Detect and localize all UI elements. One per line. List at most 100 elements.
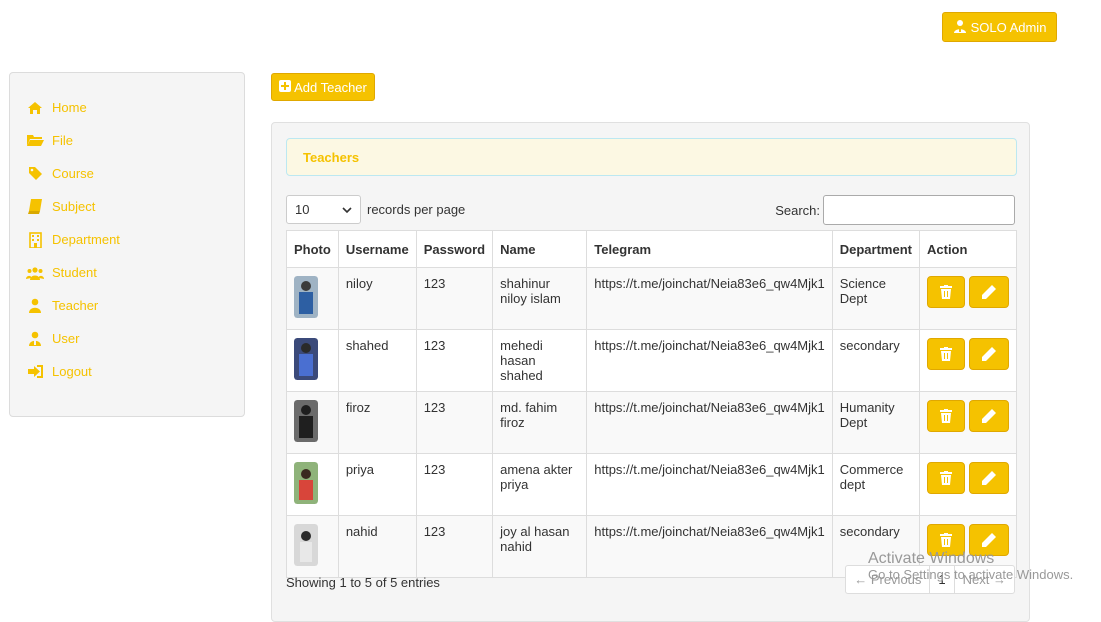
name-cell: joy al hasan nahid [492, 515, 588, 578]
sidebar: Home File Course Subject Department Stud… [9, 72, 245, 417]
admin-menu-button[interactable]: SOLO Admin [942, 12, 1057, 42]
pencil-icon [982, 533, 996, 547]
telegram-cell: https://t.me/joinchat/Neia83e6_qw4Mjk1 [586, 515, 833, 578]
user-tie-icon [26, 331, 44, 347]
edit-button[interactable] [969, 462, 1009, 494]
delete-button[interactable] [927, 462, 965, 494]
table-row: niloy 123 shahinur niloy islam https://t… [286, 267, 1017, 330]
name-cell: md. fahim firoz [492, 391, 588, 454]
username-cell: firoz [337, 391, 417, 454]
edit-button[interactable] [969, 400, 1009, 432]
photo-cell [286, 515, 339, 578]
panel-title: Teachers [286, 138, 1017, 176]
user-tie-icon [953, 19, 967, 36]
search-box: Search: [775, 195, 1015, 225]
telegram-cell: https://t.me/joinchat/Neia83e6_qw4Mjk1 [586, 267, 833, 330]
folder-icon [26, 133, 44, 149]
department-cell: Commerce dept [831, 453, 921, 516]
pencil-icon [982, 471, 996, 485]
password-cell: 123 [415, 453, 494, 516]
column-header-username[interactable]: Username [337, 230, 417, 268]
teachers-panel: Teachers 10 records per page Search: Pho… [271, 122, 1030, 622]
trash-icon [940, 347, 952, 361]
edit-button[interactable] [969, 276, 1009, 308]
column-header-password[interactable]: Password [415, 230, 494, 268]
column-header-department[interactable]: Department [831, 230, 921, 268]
sidebar-item-label: Student [52, 265, 97, 280]
teacher-photo [294, 338, 318, 380]
username-cell: priya [337, 453, 417, 516]
pencil-icon [982, 409, 996, 423]
sidebar-item-label: File [52, 133, 73, 148]
edit-button[interactable] [969, 524, 1009, 556]
table-info: Showing 1 to 5 of 5 entries [286, 575, 440, 590]
delete-button[interactable] [927, 524, 965, 556]
department-cell: Science Dept [831, 267, 921, 330]
previous-button[interactable]: ← Previous [846, 566, 931, 593]
photo-cell [286, 453, 339, 516]
add-teacher-button[interactable]: Add Teacher [271, 73, 375, 101]
pencil-icon [982, 347, 996, 361]
records-per-page: 10 records per page [286, 195, 465, 224]
next-button[interactable]: Next → [955, 566, 1014, 593]
sidebar-item-label: Logout [52, 364, 92, 379]
sidebar-item-department[interactable]: Department [10, 223, 244, 256]
sidebar-item-home[interactable]: Home [10, 91, 244, 124]
column-header-name[interactable]: Name [492, 230, 588, 268]
name-cell: mehedi hasan shahed [492, 329, 588, 392]
teacher-photo [294, 462, 318, 504]
telegram-cell: https://t.me/joinchat/Neia83e6_qw4Mjk1 [586, 329, 833, 392]
sidebar-item-label: Home [52, 100, 87, 115]
table-header-row: Photo Username Password Name Telegram De… [286, 230, 1017, 268]
delete-button[interactable] [927, 338, 965, 370]
password-cell: 123 [415, 515, 494, 578]
username-cell: shahed [337, 329, 417, 392]
trash-icon [940, 533, 952, 547]
records-per-page-value: 10 [295, 202, 310, 217]
building-icon [26, 231, 44, 248]
action-cell [919, 267, 1017, 330]
photo-cell [286, 267, 339, 330]
sidebar-item-user[interactable]: User [10, 322, 244, 355]
department-cell: secondary [831, 329, 921, 392]
photo-cell [286, 329, 339, 392]
page-button[interactable]: 1 [930, 566, 955, 593]
delete-button[interactable] [927, 276, 965, 308]
sidebar-item-label: User [52, 331, 80, 346]
sidebar-item-label: Course [52, 166, 94, 181]
department-cell: Humanity Dept [831, 391, 921, 454]
password-cell: 123 [415, 329, 494, 392]
sidebar-item-file[interactable]: File [10, 124, 244, 157]
telegram-cell: https://t.me/joinchat/Neia83e6_qw4Mjk1 [586, 391, 833, 454]
action-cell [919, 329, 1017, 392]
group-icon [26, 265, 44, 281]
telegram-cell: https://t.me/joinchat/Neia83e6_qw4Mjk1 [586, 453, 833, 516]
password-cell: 123 [415, 391, 494, 454]
sidebar-item-teacher[interactable]: Teacher [10, 289, 244, 322]
password-cell: 123 [415, 267, 494, 330]
action-cell [919, 453, 1017, 516]
column-header-action[interactable]: Action [919, 230, 1017, 268]
logout-icon [26, 364, 44, 380]
admin-label: SOLO Admin [970, 19, 1047, 35]
search-input[interactable] [823, 195, 1015, 225]
sidebar-item-course[interactable]: Course [10, 157, 244, 190]
teacher-photo [294, 400, 318, 442]
column-header-telegram[interactable]: Telegram [586, 230, 833, 268]
chevron-down-icon [342, 202, 352, 217]
column-header-photo[interactable]: Photo [286, 230, 339, 268]
username-cell: niloy [337, 267, 417, 330]
book-icon [26, 199, 44, 215]
teacher-photo [294, 524, 318, 566]
sidebar-item-subject[interactable]: Subject [10, 190, 244, 223]
sidebar-item-student[interactable]: Student [10, 256, 244, 289]
teachers-table: Photo Username Password Name Telegram De… [286, 230, 1017, 578]
table-row: priya 123 amena akter priya https://t.me… [286, 453, 1017, 516]
name-cell: shahinur niloy islam [492, 267, 588, 330]
edit-button[interactable] [969, 338, 1009, 370]
records-per-page-select[interactable]: 10 [286, 195, 361, 224]
plus-square-icon [279, 79, 292, 95]
sidebar-item-logout[interactable]: Logout [10, 355, 244, 388]
delete-button[interactable] [927, 400, 965, 432]
table-row: firoz 123 md. fahim firoz https://t.me/j… [286, 391, 1017, 454]
